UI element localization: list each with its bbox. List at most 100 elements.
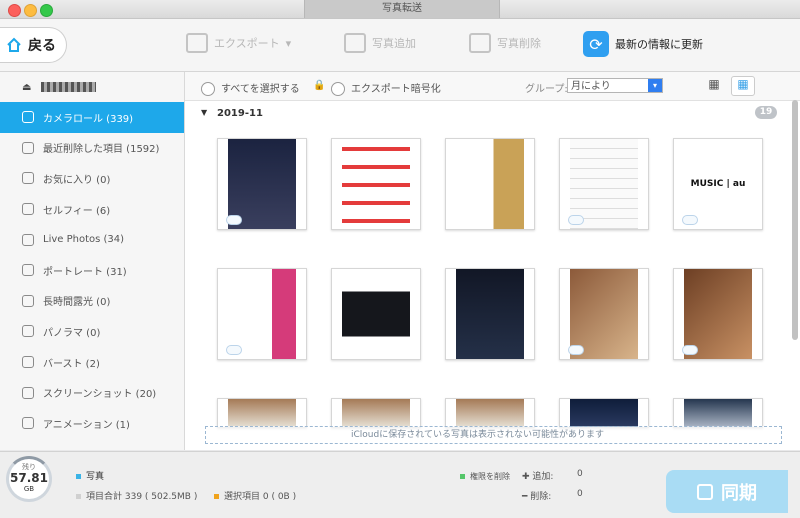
window-title: 写真転送 — [304, 0, 500, 18]
filter-bar: すべてを選択する 🔒 エクスポート暗号化 グループ: 月により ▾ ▦ ▦ — [185, 72, 800, 101]
photo-image — [456, 269, 524, 359]
photo-image — [456, 399, 524, 427]
back-button[interactable]: 戻る — [0, 27, 67, 63]
close-window-button[interactable] — [8, 4, 21, 17]
select-all-checkbox[interactable]: すべてを選択する — [201, 80, 300, 96]
sidebar-item[interactable]: バースト (2) — [0, 347, 184, 378]
sidebar-item[interactable]: パノラマ (0) — [0, 316, 184, 347]
photo-thumbnail[interactable] — [445, 398, 535, 428]
sidebar-item[interactable]: 長時間露光 (0) — [0, 286, 184, 317]
photo-image — [684, 399, 752, 427]
vertical-scrollbar[interactable] — [792, 100, 798, 340]
photo-thumbnail[interactable] — [331, 268, 421, 360]
photo-thumbnail[interactable] — [559, 398, 649, 428]
thumbnail-text: MUSIC | au — [690, 179, 746, 189]
large-grid-view-icon[interactable]: ▦ — [705, 77, 723, 93]
select-all-label: すべてを選択する — [221, 84, 300, 95]
photos-legend-label: 写真 — [86, 472, 105, 482]
legend-dot — [76, 494, 81, 499]
screenshot-icon — [22, 386, 34, 399]
sidebar-item[interactable]: アニメーション (1) — [0, 408, 184, 439]
delete-photo-button[interactable]: 写真削除 — [469, 33, 541, 53]
minimize-window-button[interactable] — [24, 4, 37, 17]
group-select[interactable]: 月により ▾ — [567, 78, 663, 93]
sync-label: 同期 — [721, 482, 757, 504]
group-count-badge: 19 — [755, 106, 777, 119]
cloud-icon — [682, 215, 698, 225]
group-header[interactable]: ▼ 2019-11 19 — [185, 106, 785, 122]
photo-thumbnail[interactable] — [559, 138, 649, 230]
cloud-icon — [226, 345, 242, 355]
sidebar-item-label: セルフィー (6) — [43, 205, 111, 217]
selected-items-text: 選択項目 0 ( 0B ) — [224, 492, 297, 502]
burst-icon — [22, 356, 34, 369]
device-row[interactable]: ⏏ — [0, 72, 184, 102]
chevron-down-icon: ▾ — [648, 79, 662, 92]
photo-thumbnail[interactable] — [673, 268, 763, 360]
home-icon — [7, 37, 21, 52]
photo-image — [342, 269, 410, 359]
photo-thumbnail[interactable] — [445, 138, 535, 230]
photo-thumbnail[interactable] — [217, 398, 307, 428]
photo-thumbnail[interactable] — [559, 268, 649, 360]
perm-delete-label: 権限を削除 — [470, 472, 510, 481]
storage-value: 57.81 — [10, 471, 48, 485]
photo-thumbnail[interactable] — [331, 138, 421, 230]
sidebar-item[interactable]: お気に入り (0) — [0, 163, 184, 194]
checkbox-icon — [331, 82, 345, 96]
photo-image — [228, 399, 296, 427]
photo-thumbnail[interactable]: MUSIC | au — [673, 138, 763, 230]
sync-button[interactable]: 同期 — [666, 470, 788, 513]
delete-photo-icon — [469, 33, 491, 53]
eject-icon[interactable]: ⏏ — [22, 82, 31, 93]
collapse-triangle-icon[interactable]: ▼ — [201, 108, 207, 117]
export-encrypt-checkbox[interactable]: エクスポート暗号化 — [331, 80, 441, 96]
maximize-window-button[interactable] — [40, 4, 53, 17]
add-count: ✚ 追加: — [522, 472, 554, 482]
sidebar-item[interactable]: セルフィー (6) — [0, 194, 184, 225]
export-label: エクスポート — [214, 37, 280, 50]
sidebar-item[interactable]: Live Photos (34) — [0, 224, 184, 255]
sidebar-item[interactable]: カメラロール (339) — [0, 102, 184, 133]
add-label: 追加: — [532, 472, 554, 482]
toolbar: 戻る エクスポート ▾ 写真追加 写真削除 ⟳ 最新の情報に更新 — [0, 19, 800, 72]
sidebar-item-label: ポートレート (31) — [43, 266, 127, 278]
sidebar-item[interactable]: スクリーンショット (20) — [0, 377, 184, 408]
chevron-down-icon: ▾ — [285, 36, 292, 50]
group-select-value: 月により — [571, 81, 611, 92]
photo-thumbnail[interactable] — [217, 138, 307, 230]
small-grid-view-icon[interactable]: ▦ — [731, 76, 755, 96]
remove-value: 0 — [577, 489, 583, 499]
refresh-button[interactable]: ⟳ 最新の情報に更新 — [583, 31, 703, 57]
remove-label: 削除: — [530, 492, 552, 502]
checkbox-icon — [201, 82, 215, 96]
storage-unit: GB — [23, 485, 35, 493]
sidebar-item-label: アニメーション (1) — [43, 419, 130, 431]
photo-area: すべてを選択する 🔒 エクスポート暗号化 グループ: 月により ▾ ▦ ▦ ▼ 2… — [185, 72, 800, 450]
sidebar: ⏏ カメラロール (339) 最近削除した項目 (1592) お気に入り (0) セル… — [0, 72, 185, 450]
camera-icon — [22, 111, 34, 124]
sidebar-item-label: スクリーンショット (20) — [43, 389, 157, 401]
sidebar-item[interactable]: 最近削除した項目 (1592) — [0, 133, 184, 164]
photo-thumbnail[interactable] — [673, 398, 763, 428]
title-bar: 写真転送 — [0, 0, 800, 19]
photo-thumbnail[interactable] — [331, 398, 421, 428]
export-button[interactable]: エクスポート ▾ — [186, 33, 291, 53]
refresh-icon: ⟳ — [583, 31, 609, 57]
cloud-icon — [226, 215, 242, 225]
sidebar-item-label: バースト (2) — [43, 358, 100, 370]
photo-thumbnail[interactable] — [217, 268, 307, 360]
sidebar-item-label: Live Photos (34) — [43, 234, 125, 246]
live-icon — [22, 233, 34, 246]
total-items-text: 項目合計 339 ( 502.5MB ) — [86, 492, 198, 502]
export-icon — [186, 33, 208, 53]
legend-dot — [76, 474, 81, 479]
sidebar-item[interactable]: ポートレート (31) — [0, 255, 184, 286]
storage-gauge: 残り 57.81 GB — [6, 456, 52, 502]
add-photo-button[interactable]: 写真追加 — [344, 33, 416, 53]
photo-thumbnail[interactable] — [445, 268, 535, 360]
photo-image — [570, 399, 638, 427]
add-photo-icon — [344, 33, 366, 53]
cloud-icon — [682, 345, 698, 355]
icloud-notice-text: iCloudに保存されている写真は表示されない可能性があります — [351, 430, 604, 440]
